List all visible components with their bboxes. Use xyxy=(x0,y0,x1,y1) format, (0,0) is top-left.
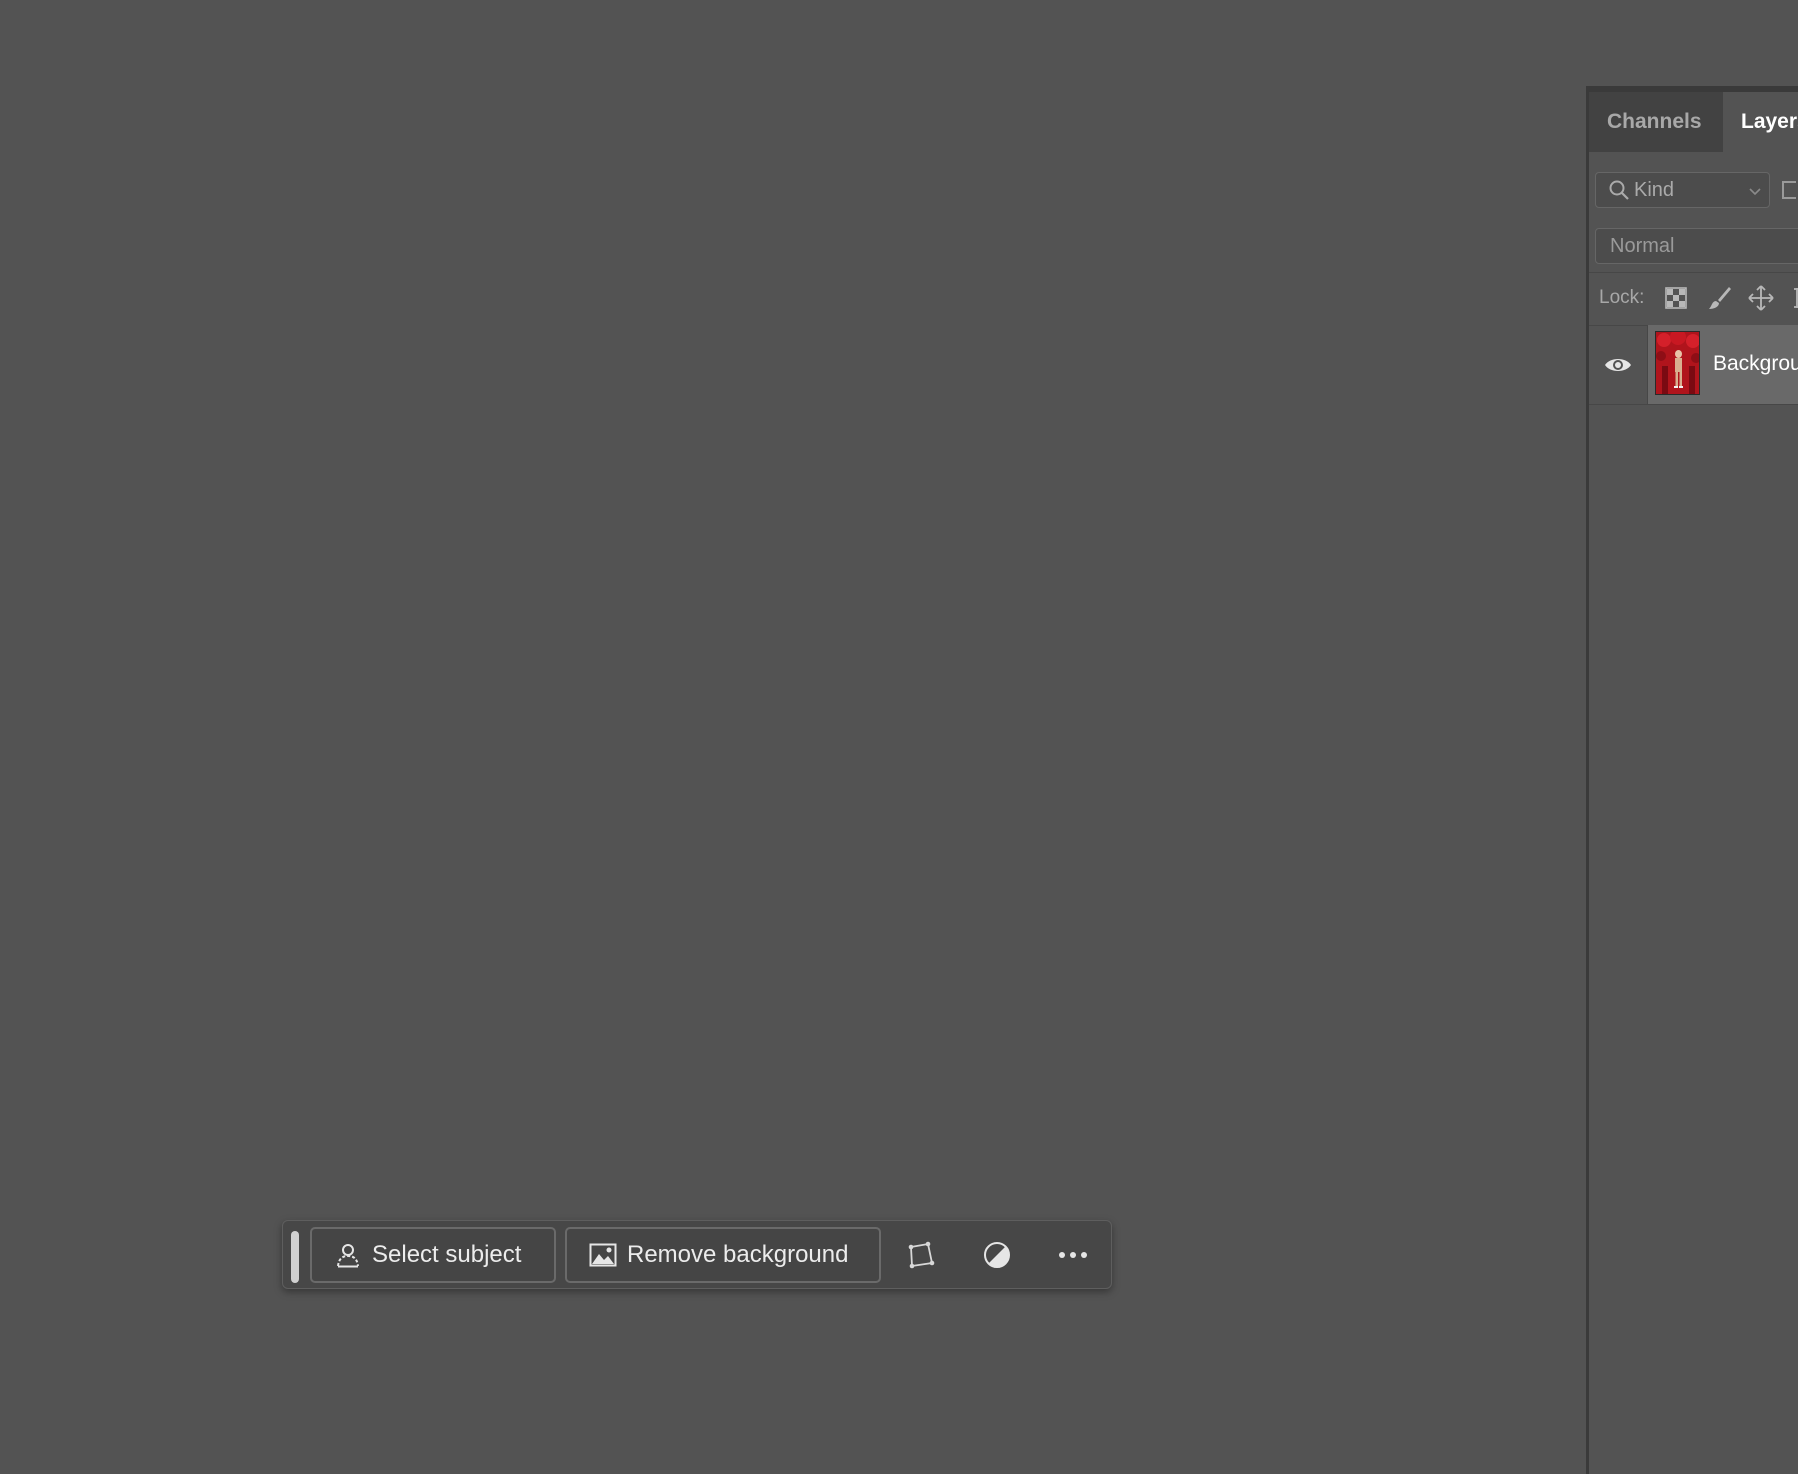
lock-transparency-icon[interactable] xyxy=(1663,285,1689,311)
image-icon xyxy=(589,1243,617,1267)
lock-position-move-icon[interactable] xyxy=(1748,285,1774,311)
panel-tabs: Channels Layers xyxy=(1589,92,1798,152)
lock-paint-brush-icon[interactable] xyxy=(1707,285,1733,311)
lock-artboard-icon[interactable] xyxy=(1787,285,1798,311)
layers-panel: Channels Layers Kind Normal Lock: xyxy=(1586,86,1798,1474)
lock-label: Lock: xyxy=(1599,287,1645,308)
blend-mode-select[interactable]: Normal xyxy=(1595,228,1798,264)
chevron-down-icon xyxy=(1747,181,1763,199)
more-options-icon[interactable] xyxy=(1051,1233,1095,1277)
layer-name: Background xyxy=(1713,352,1798,375)
search-icon xyxy=(1608,179,1630,201)
tab-channels[interactable]: Channels xyxy=(1607,92,1702,152)
filter-type-icon[interactable] xyxy=(1782,181,1796,199)
transform-icon[interactable] xyxy=(899,1233,943,1277)
contextual-task-bar: Select subject Remove background xyxy=(282,1220,1112,1289)
kind-label: Kind xyxy=(1634,178,1675,201)
person-select-icon xyxy=(334,1241,362,1269)
layer-thumbnail xyxy=(1655,331,1700,395)
layer-item-background[interactable]: Background xyxy=(1648,325,1798,404)
tab-layers[interactable]: Layers xyxy=(1723,92,1798,152)
select-subject-button[interactable]: Select subject xyxy=(310,1227,556,1283)
select-subject-label: Select subject xyxy=(372,1241,522,1268)
layer-row[interactable]: Background xyxy=(1589,325,1798,405)
layer-filter-kind-select[interactable]: Kind xyxy=(1595,172,1770,208)
remove-background-label: Remove background xyxy=(627,1241,849,1268)
adjustment-icon[interactable] xyxy=(975,1233,1019,1277)
remove-background-button[interactable]: Remove background xyxy=(565,1227,881,1283)
lock-row: Lock: xyxy=(1589,272,1798,326)
eye-visibility-icon[interactable] xyxy=(1589,325,1648,404)
drag-handle[interactable] xyxy=(291,1231,299,1283)
